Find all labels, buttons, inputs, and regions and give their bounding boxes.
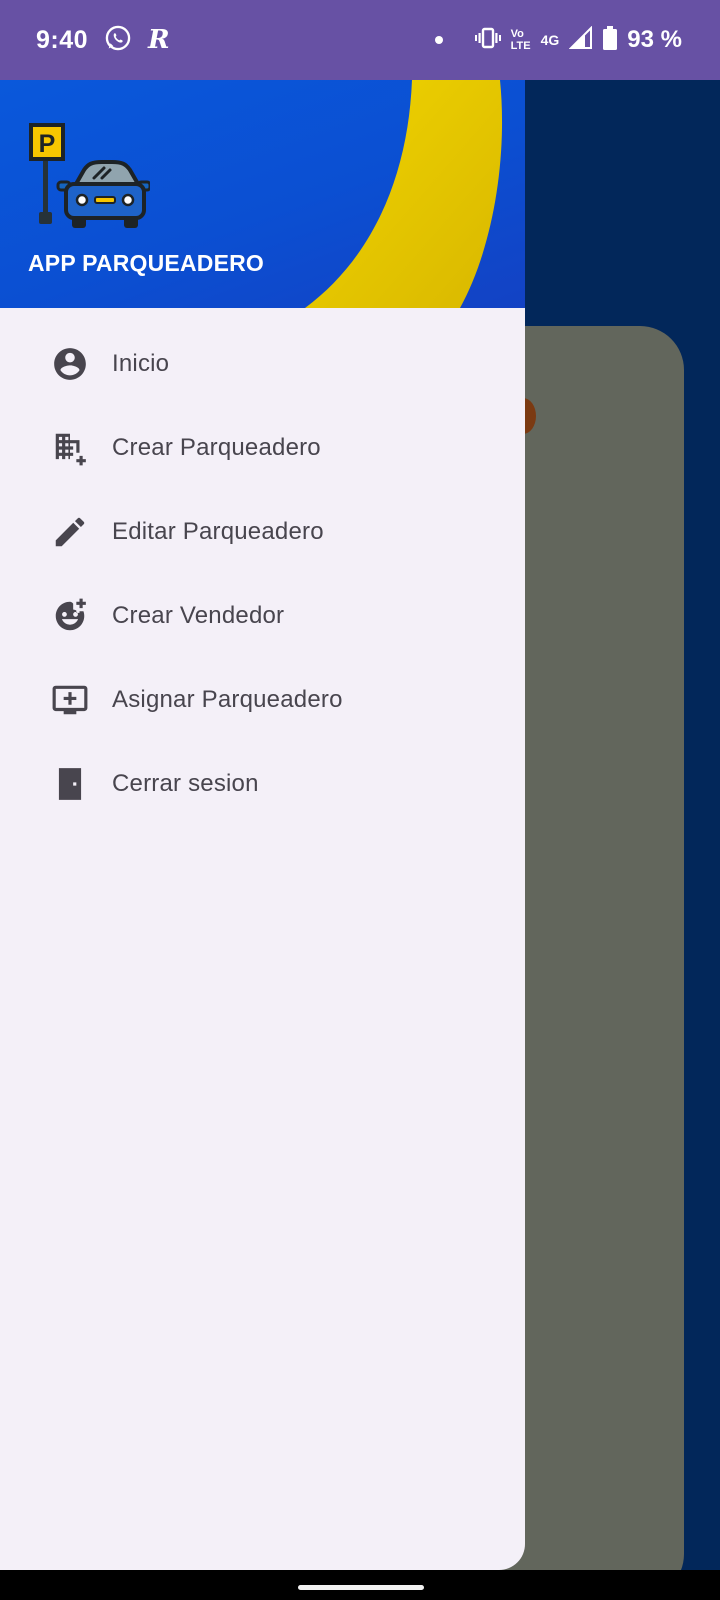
menu-item-label: Cerrar sesion (112, 770, 259, 797)
menu-item-crear-parqueadero[interactable]: Crear Parqueadero (0, 406, 525, 490)
home-indicator[interactable] (298, 1585, 424, 1590)
menu-item-asignar-parqueadero[interactable]: Asignar Parqueadero (0, 658, 525, 742)
menu-item-inicio[interactable]: Inicio (0, 322, 525, 406)
menu-item-label: Inicio (112, 350, 170, 377)
status-bar: 9:40 R Vo LTE 4G 93 % (0, 0, 720, 80)
battery-icon (603, 25, 618, 55)
whatsapp-icon (104, 24, 132, 57)
add-business-icon (50, 428, 90, 468)
logo-letter: P (39, 130, 56, 158)
menu-item-label: Crear Parqueadero (112, 434, 321, 461)
menu-item-label: Crear Vendedor (112, 602, 285, 629)
network-type: 4G (540, 32, 560, 48)
parking-car-logo: P (29, 123, 150, 228)
menu-item-editar-parqueadero[interactable]: Editar Parqueadero (0, 490, 525, 574)
notification-dot-icon (434, 36, 443, 44)
navigation-drawer: P APP PARQUEADERO Inicio Crear Parqueade… (0, 80, 525, 1570)
menu-item-label: Asignar Parqueadero (112, 686, 343, 713)
battery-percentage: 93 % (627, 26, 682, 53)
system-nav-bar (0, 1570, 720, 1600)
add-reaction-icon (50, 596, 90, 636)
status-time: 9:40 (36, 25, 89, 54)
volte-indicator: Vo LTE (510, 28, 531, 52)
add-to-queue-icon (50, 680, 90, 720)
app-title: APP PARQUEADERO (28, 250, 265, 276)
menu-item-label: Editar Parqueadero (112, 518, 324, 545)
pencil-icon (50, 512, 90, 552)
vibrate-icon (474, 27, 501, 54)
drawer-menu: Inicio Crear Parqueadero Editar Parquead… (0, 308, 525, 826)
account-circle-icon (50, 344, 90, 384)
signal-icon (568, 25, 593, 55)
menu-item-crear-vendedor[interactable]: Crear Vendedor (0, 574, 525, 658)
r-app-icon: R (148, 25, 170, 55)
drawer-header: P APP PARQUEADERO (0, 80, 525, 308)
door-icon (50, 764, 90, 804)
menu-item-cerrar-sesion[interactable]: Cerrar sesion (0, 742, 525, 826)
